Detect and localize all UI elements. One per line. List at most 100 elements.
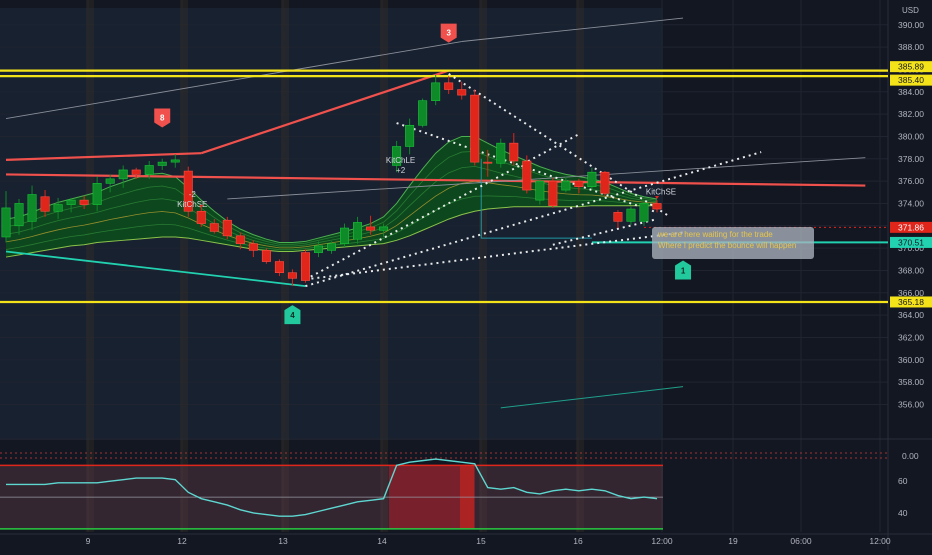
candle-body bbox=[470, 94, 480, 163]
candle-body bbox=[313, 245, 323, 253]
price-chart-svg[interactable]: -2KitChSEKitChLE+2KitChSE8341356.00358.0… bbox=[0, 0, 932, 550]
tradingview-chart[interactable]: -2 KitChSE KitChLE +2 KitChSE 8 3 4 1 356.00 358.0… bbox=[0, 0, 932, 550]
candle-body bbox=[340, 227, 350, 244]
candle-body bbox=[444, 82, 454, 90]
candle-body bbox=[652, 203, 662, 210]
time-tick-label: 14 bbox=[377, 536, 387, 546]
candle-body bbox=[144, 165, 154, 175]
candle-body bbox=[300, 252, 310, 281]
price-tick-label: 378.00 bbox=[898, 154, 924, 164]
candle-body bbox=[79, 199, 89, 205]
candle-body bbox=[14, 203, 24, 227]
prediction-note: we are here waiting for the trade Where … bbox=[652, 227, 814, 259]
candle-body bbox=[131, 169, 141, 175]
price-tick-label: 356.00 bbox=[898, 399, 924, 409]
price-tick-label: 376.00 bbox=[898, 176, 924, 186]
signal-label: KitChLE bbox=[386, 156, 415, 165]
price-tick-label: 364.00 bbox=[898, 310, 924, 320]
candle-body bbox=[379, 226, 389, 231]
candle-body bbox=[600, 171, 610, 194]
session-column bbox=[86, 0, 94, 532]
session-column bbox=[380, 0, 388, 532]
candle-body bbox=[66, 199, 76, 205]
candle-body bbox=[483, 161, 493, 164]
price-tick-label: 382.00 bbox=[898, 109, 924, 119]
signal-label: +2 bbox=[396, 166, 406, 175]
time-tick-label: 19 bbox=[728, 536, 738, 546]
candle-body bbox=[496, 142, 506, 164]
candle-body bbox=[535, 180, 545, 201]
candle-body bbox=[261, 250, 271, 262]
candle-body bbox=[118, 169, 128, 180]
candle-body bbox=[53, 204, 63, 212]
session-column bbox=[180, 0, 188, 532]
candle-body bbox=[209, 223, 219, 232]
candle-body bbox=[222, 219, 232, 237]
time-tick-label: 13 bbox=[278, 536, 288, 546]
oscillator-zero-label: 0.00 bbox=[902, 451, 919, 461]
candle-body bbox=[287, 272, 297, 279]
time-tick-label: 9 bbox=[86, 536, 91, 546]
price-tag-label: 365.18 bbox=[898, 297, 924, 307]
price-tag-label: 385.89 bbox=[898, 62, 924, 72]
signal-badge-label: 8 bbox=[160, 113, 165, 122]
oscillator-tick-label: 60 bbox=[898, 476, 908, 486]
candle-body bbox=[574, 180, 584, 188]
session-column bbox=[576, 0, 584, 532]
price-tick-label: 380.00 bbox=[898, 131, 924, 141]
candle-body bbox=[196, 210, 206, 224]
candle-body bbox=[613, 212, 623, 222]
time-tick-label: 12:00 bbox=[651, 536, 673, 546]
candle-body bbox=[92, 183, 102, 205]
candle-body bbox=[27, 194, 37, 222]
price-tick-label: 384.00 bbox=[898, 87, 924, 97]
price-tick-label: 360.00 bbox=[898, 355, 924, 365]
candle-body bbox=[40, 196, 50, 212]
time-tick-label: 12:00 bbox=[869, 536, 891, 546]
prediction-note-line-1: we are here waiting for the trade bbox=[658, 230, 773, 239]
prediction-note-line-2: Where I predict the bounce will happen bbox=[658, 241, 797, 250]
candle-body bbox=[509, 142, 519, 162]
candle-body bbox=[326, 243, 336, 251]
signal-badge-label: 3 bbox=[446, 29, 451, 38]
price-tag-label: 385.40 bbox=[898, 75, 924, 85]
time-tick-label: 15 bbox=[476, 536, 486, 546]
signal-label: KitChSE bbox=[646, 188, 676, 197]
candle-body bbox=[366, 226, 376, 231]
price-tag-label: 371.86 bbox=[898, 222, 924, 232]
candle-body bbox=[561, 180, 571, 191]
candle-body bbox=[248, 243, 258, 251]
price-tick-label: 358.00 bbox=[898, 377, 924, 387]
candle-body bbox=[587, 171, 597, 188]
candle-body bbox=[626, 208, 636, 222]
signal-badge-label: 4 bbox=[290, 311, 295, 320]
candle-body bbox=[1, 207, 11, 238]
price-tag-label: 370.51 bbox=[898, 237, 924, 247]
candle-body bbox=[639, 203, 649, 222]
signal-label: -2 bbox=[189, 190, 197, 199]
price-tick-label: 362.00 bbox=[898, 332, 924, 342]
candle-body bbox=[353, 222, 363, 240]
candle-body bbox=[457, 89, 467, 96]
signal-label: KitChSE bbox=[177, 200, 207, 209]
candle-body bbox=[157, 161, 167, 166]
price-tick-label: 368.00 bbox=[898, 265, 924, 275]
time-tick-label: 12 bbox=[177, 536, 187, 546]
candle-body bbox=[431, 82, 441, 102]
candle-body bbox=[235, 235, 245, 244]
price-tick-label: 374.00 bbox=[898, 198, 924, 208]
currency-label: USD bbox=[902, 6, 919, 15]
time-tick-label: 06:00 bbox=[790, 536, 812, 546]
oscillator-tick-label: 40 bbox=[898, 508, 908, 518]
price-tick-label: 390.00 bbox=[898, 20, 924, 30]
candle-body bbox=[170, 159, 180, 163]
candle-body bbox=[418, 100, 428, 126]
candle-body bbox=[105, 178, 115, 184]
time-tick-label: 16 bbox=[573, 536, 583, 546]
candle-body bbox=[522, 160, 532, 191]
candle-body bbox=[405, 124, 415, 147]
candle-body bbox=[548, 180, 558, 206]
session-column bbox=[479, 0, 487, 532]
price-tick-label: 388.00 bbox=[898, 42, 924, 52]
candle-body bbox=[274, 261, 284, 274]
